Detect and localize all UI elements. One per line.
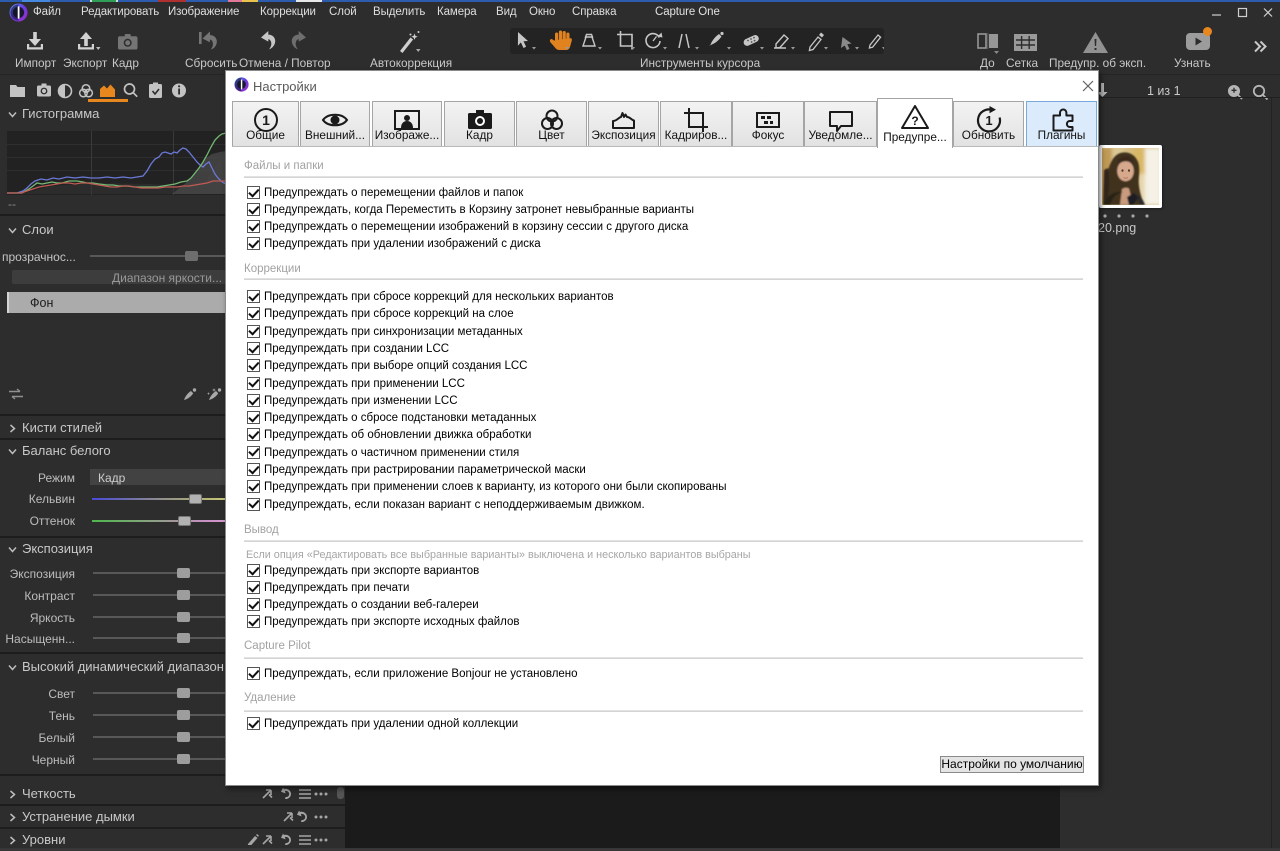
svg-text:1: 1 [985,113,992,128]
svg-text:?: ? [911,114,918,128]
svg-text:1: 1 [262,112,270,128]
